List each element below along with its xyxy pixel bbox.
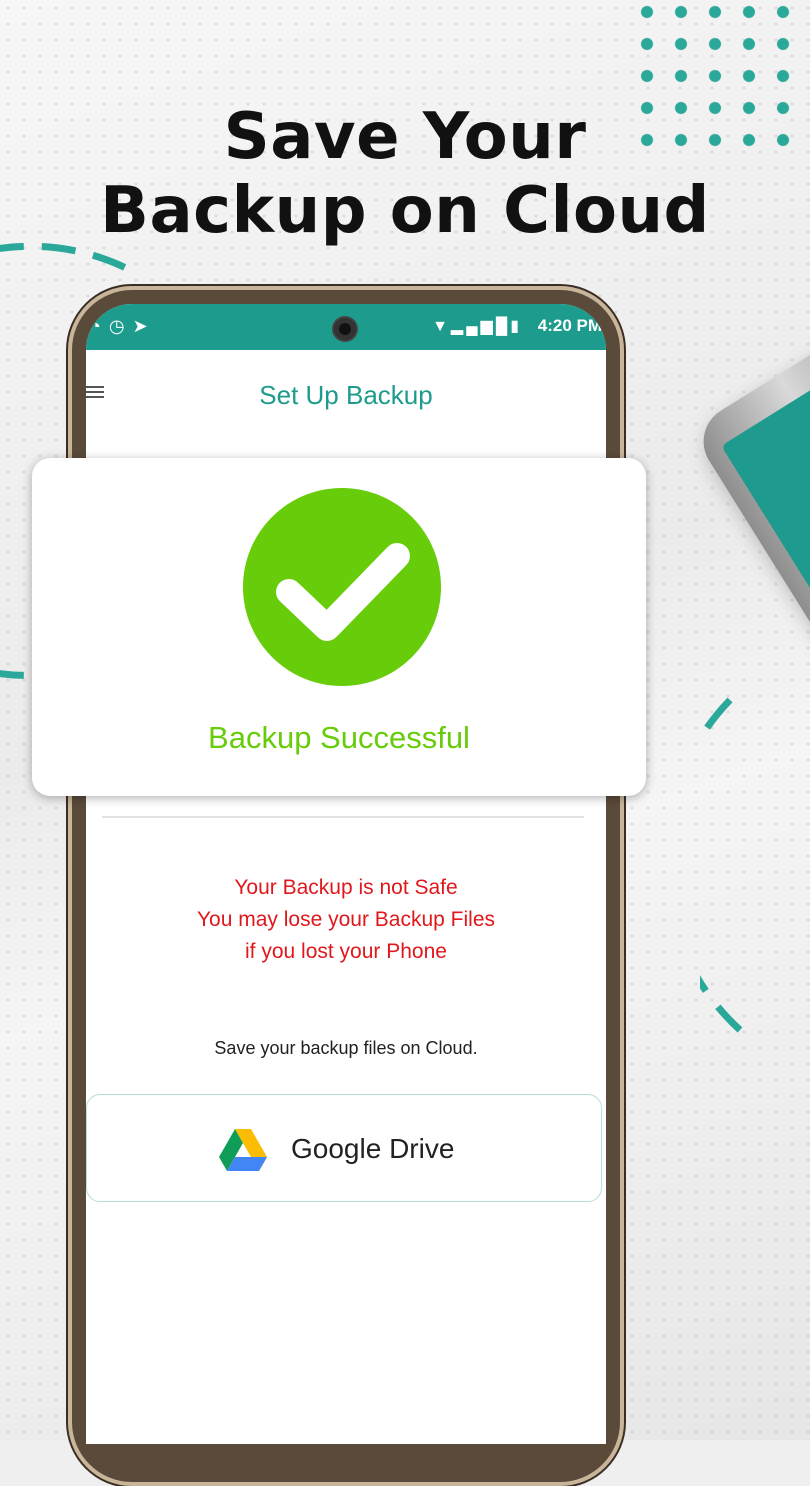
headline-line-1: Save Your xyxy=(223,100,587,174)
warning-line-1: Your Backup is not Safe xyxy=(234,876,458,899)
cloud-note: Save your backup files on Cloud. xyxy=(214,1038,478,1058)
status-bar: ◔◷➤ ▼▂▄▆█▮ 4:20 PM xyxy=(86,304,606,350)
google-drive-icon xyxy=(219,1129,267,1171)
google-drive-button[interactable]: Google Drive xyxy=(86,1094,602,1202)
signal-wifi-battery-icon: ▼▂▄▆█▮ xyxy=(432,318,522,335)
status-icons-left: ◔◷➤ xyxy=(90,316,156,336)
front-camera xyxy=(334,318,356,340)
google-drive-label: Google Drive xyxy=(291,1133,455,1164)
decorative-dashed-arc-right xyxy=(700,697,743,1033)
divider xyxy=(102,816,584,818)
check-circle-icon xyxy=(243,488,441,686)
backup-success-dialog: Backup Successful xyxy=(32,458,646,796)
headline-line-2: Backup on Cloud xyxy=(100,174,710,248)
warning-line-3: if you lost your Phone xyxy=(245,940,447,963)
app-bar-title: Set Up Backup xyxy=(259,380,433,410)
headline: Save Your Backup on Cloud xyxy=(0,100,810,248)
backup-success-message: Backup Successful xyxy=(208,720,470,755)
status-time: 4:20 PM xyxy=(537,316,602,335)
warning-line-2: You may lose your Backup Files xyxy=(196,908,496,931)
backup-warning: Your Backup is not Safe You may lose you… xyxy=(86,872,606,968)
